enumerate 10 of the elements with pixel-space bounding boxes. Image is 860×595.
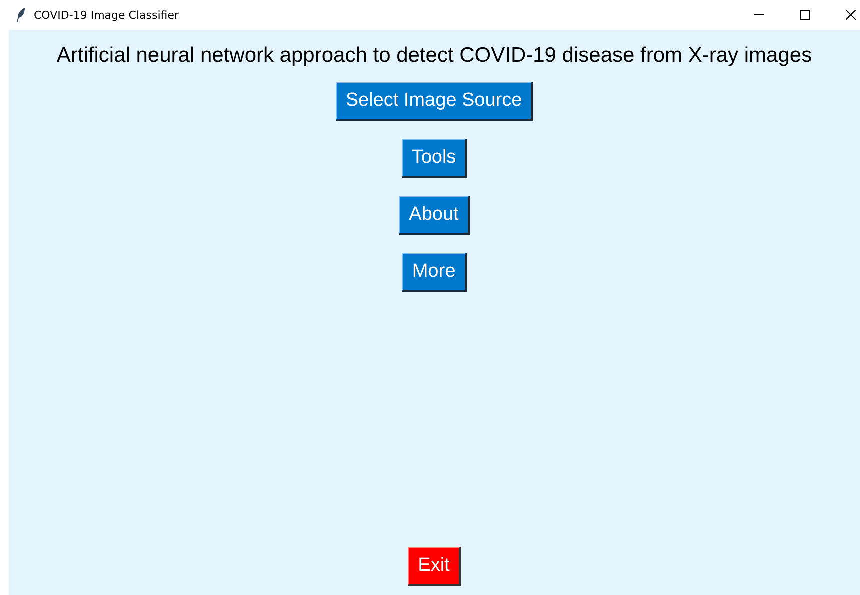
menu-button[interactable]: More [402, 253, 467, 292]
close-icon[interactable] [846, 10, 856, 20]
exit-button[interactable]: Exit [408, 547, 461, 586]
menu-button[interactable]: Select Image Source [336, 82, 534, 121]
maximize-icon[interactable] [800, 10, 810, 20]
menu-button[interactable]: Tools [402, 139, 468, 178]
feather-icon [16, 8, 26, 22]
window-title: COVID-19 Image Classifier [34, 8, 180, 22]
app-heading: Artificial neural network approach to detect COVID-19 disease from X-ray images [56, 44, 812, 68]
menu-button[interactable]: About [399, 196, 470, 235]
